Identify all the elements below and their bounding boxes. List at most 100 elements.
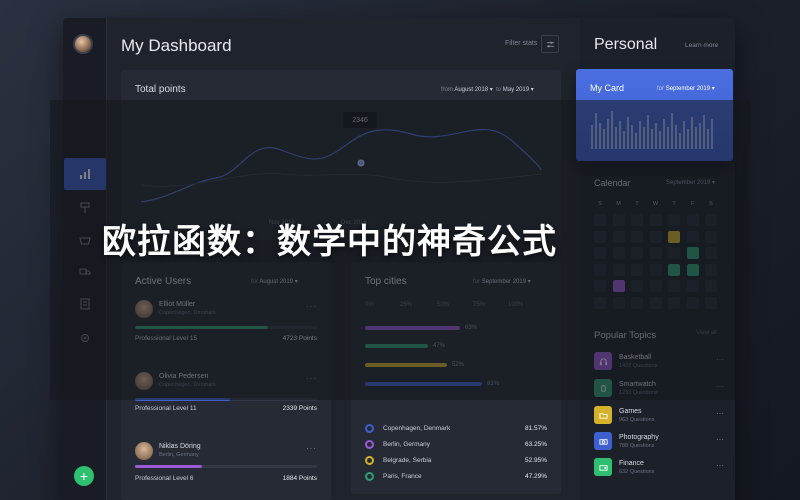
- city-bar-label: 63%: [465, 325, 478, 331]
- more-icon[interactable]: ···: [306, 302, 317, 311]
- calendar-day[interactable]: [668, 263, 680, 276]
- calendar-day[interactable]: [612, 296, 625, 309]
- calendar-day[interactable]: [705, 247, 717, 259]
- calendar-day[interactable]: [705, 263, 717, 276]
- list-item[interactable]: Finance 632 Questions ···: [594, 458, 724, 478]
- filter-button[interactable]: [541, 35, 559, 53]
- calendar-day[interactable]: [612, 214, 625, 226]
- folder-icon: [594, 406, 612, 424]
- list-item[interactable]: Smartwatch 1233 Questions ···: [594, 379, 724, 399]
- city-bar: [365, 326, 460, 330]
- calendar-day[interactable]: [594, 214, 606, 226]
- calendar-day[interactable]: [649, 247, 662, 259]
- calendar-day[interactable]: [612, 247, 625, 259]
- calendar-day[interactable]: [649, 214, 662, 226]
- calendar-day[interactable]: [686, 247, 699, 259]
- topic-name: Smartwatch: [619, 381, 656, 388]
- calendar-day[interactable]: [686, 280, 699, 292]
- document-icon[interactable]: [63, 288, 107, 320]
- calendar-title: Calendar: [594, 178, 631, 188]
- calendar-day[interactable]: [631, 230, 643, 243]
- legend-item: Belgrade, Serbia 52.95%: [365, 456, 547, 466]
- view-all-link[interactable]: View all: [696, 330, 717, 336]
- calendar-day[interactable]: [705, 280, 717, 292]
- list-item[interactable]: Games 963 Questions ···: [594, 406, 724, 426]
- list-item[interactable]: Photography 788 Questions ···: [594, 432, 724, 452]
- avatar: [135, 442, 153, 460]
- legend-marker: [365, 472, 374, 481]
- city-bar-label: 52%: [452, 362, 465, 368]
- legend-label: Belgrade, Serbia: [383, 457, 432, 464]
- progress-bar: [135, 326, 317, 329]
- calendar-day[interactable]: [686, 214, 699, 226]
- weekday-label: W: [652, 201, 659, 207]
- calendar-day[interactable]: [594, 247, 606, 259]
- user-location: Copenhagen, Denmark: [159, 382, 216, 388]
- calendar-day[interactable]: [686, 296, 699, 309]
- more-icon[interactable]: ···: [716, 461, 724, 470]
- filter-stats-label[interactable]: Filter stats: [505, 40, 537, 47]
- calendar-day[interactable]: [612, 230, 625, 243]
- calendar-day[interactable]: [594, 296, 606, 309]
- legend-item: Copenhagen, Denmark 81.57%: [365, 424, 547, 434]
- calendar-day[interactable]: [705, 214, 717, 226]
- calendar-day[interactable]: [649, 263, 662, 276]
- calendar-day[interactable]: [649, 230, 662, 243]
- calendar-day[interactable]: [631, 247, 643, 259]
- bar-chart-icon[interactable]: [64, 158, 106, 190]
- calendar-day[interactable]: [668, 296, 680, 309]
- calendar-day[interactable]: [649, 280, 662, 292]
- calendar-day[interactable]: [631, 214, 643, 226]
- calendar-day[interactable]: [594, 263, 606, 276]
- pin-icon[interactable]: [63, 192, 107, 224]
- progress-fill: [135, 465, 203, 468]
- wallet-icon: [594, 458, 612, 476]
- card-title: My Card: [590, 83, 625, 93]
- weekday-label: F: [690, 201, 695, 207]
- more-icon[interactable]: ···: [716, 409, 724, 418]
- list-item[interactable]: Elliot Müller Copenhagen, Denmark ··· Pr…: [135, 300, 317, 342]
- calendar-day[interactable]: [631, 296, 643, 309]
- calendar-day[interactable]: [668, 247, 680, 259]
- calendar-day[interactable]: [631, 280, 643, 292]
- more-icon[interactable]: ···: [716, 382, 724, 391]
- axis-tick: 25%: [400, 302, 413, 308]
- calendar-day[interactable]: [686, 230, 699, 243]
- more-icon[interactable]: ···: [716, 355, 724, 364]
- city-bar: [365, 363, 447, 367]
- topic-count: 788 Questions: [619, 443, 655, 449]
- calendar-day[interactable]: [686, 263, 699, 276]
- list-item[interactable]: Olivia Pedersen Copenhagen, Denmark ··· …: [135, 372, 317, 412]
- gear-icon[interactable]: [63, 322, 107, 354]
- basket-icon[interactable]: [63, 224, 107, 256]
- avatar[interactable]: [73, 34, 93, 54]
- calendar-day[interactable]: [668, 230, 680, 243]
- more-icon[interactable]: ···: [306, 444, 317, 453]
- list-item[interactable]: Niklas Döring Berlin, Germany ··· Profes…: [135, 442, 317, 482]
- period-select[interactable]: for September 2019 ▾: [473, 278, 531, 285]
- calendar-day[interactable]: [649, 296, 662, 309]
- add-button[interactable]: +: [74, 466, 94, 486]
- learn-more-link[interactable]: Learn more: [685, 42, 718, 49]
- more-icon[interactable]: ···: [716, 435, 724, 444]
- weekday-label: S: [598, 201, 602, 207]
- period-select[interactable]: for September 2019 ▾: [657, 85, 715, 92]
- calendar-day[interactable]: [631, 263, 643, 276]
- user-points: 1884 Points: [282, 475, 317, 482]
- weekday-label: T: [672, 201, 676, 207]
- calendar-day[interactable]: [668, 214, 680, 226]
- calendar-day[interactable]: [705, 230, 717, 243]
- progress-bar: [135, 465, 317, 468]
- more-icon[interactable]: ···: [306, 374, 317, 383]
- month-select[interactable]: September 2019 ▾: [666, 179, 715, 186]
- truck-icon[interactable]: [63, 256, 107, 288]
- period-select[interactable]: for August 2019 ▾: [251, 278, 298, 285]
- my-card[interactable]: My Card for September 2019 ▾: [576, 69, 733, 161]
- calendar-day[interactable]: [668, 280, 680, 292]
- calendar-day[interactable]: [612, 280, 625, 292]
- calendar-day[interactable]: [594, 280, 606, 292]
- list-item[interactable]: Basketball 1422 Questions ···: [594, 352, 724, 372]
- calendar-day[interactable]: [612, 263, 625, 276]
- calendar-day[interactable]: [705, 296, 717, 309]
- calendar-day[interactable]: [594, 230, 606, 243]
